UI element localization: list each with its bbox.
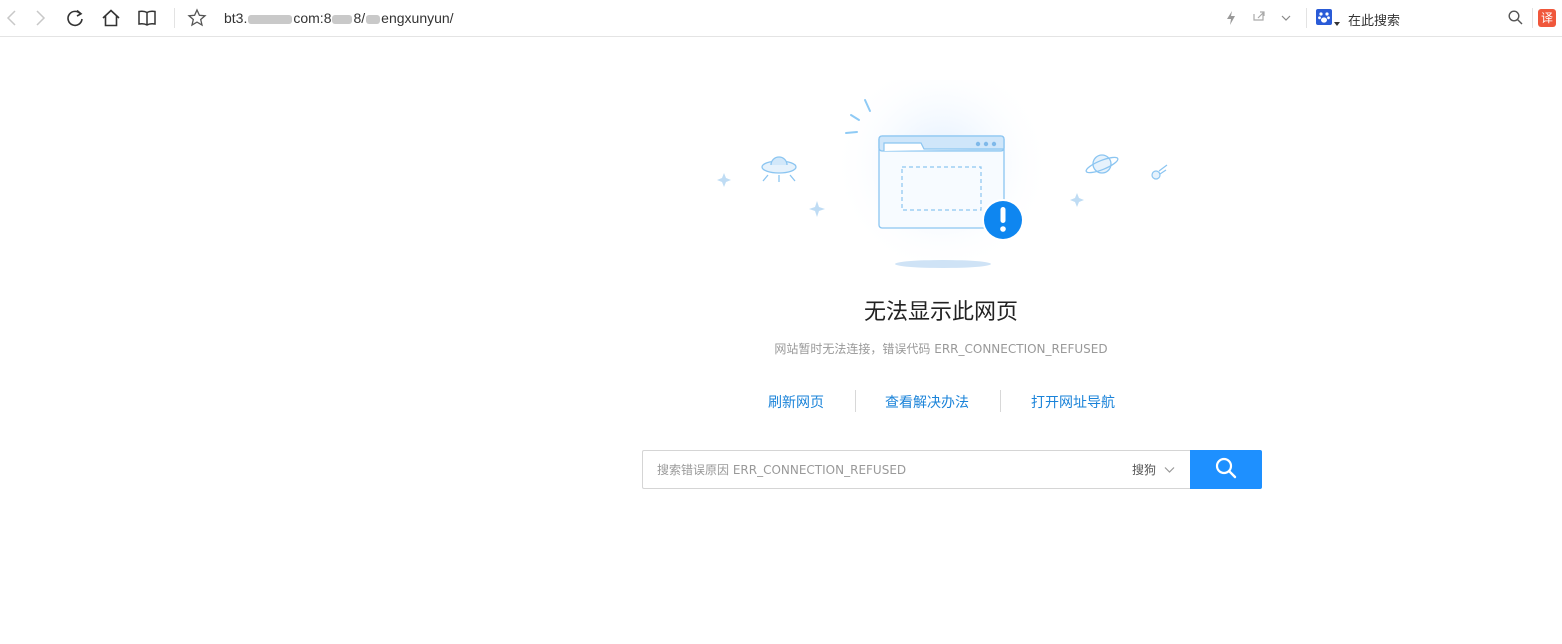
toolbar-divider bbox=[174, 8, 175, 28]
url-port-tail: 8/ bbox=[353, 10, 366, 26]
url-prefix: bt3. bbox=[224, 10, 248, 26]
search-icon bbox=[1215, 457, 1237, 483]
translate-button[interactable]: 译 bbox=[1538, 9, 1556, 27]
redacted-url-segment bbox=[248, 14, 293, 24]
redacted-url-segment bbox=[332, 14, 353, 24]
error-search-input[interactable] bbox=[642, 450, 1203, 489]
error-actions: 刷新网页 查看解决办法 打开网址导航 bbox=[641, 388, 1241, 414]
toolbar-divider bbox=[1532, 8, 1533, 28]
search-icon[interactable] bbox=[1508, 10, 1523, 29]
url-domain-tail: com:8 bbox=[293, 10, 332, 26]
error-illustration bbox=[700, 55, 1200, 280]
toolbar-divider bbox=[1306, 8, 1307, 28]
reader-mode-icon[interactable] bbox=[135, 6, 159, 30]
refresh-page-link[interactable]: 刷新网页 bbox=[768, 392, 824, 412]
view-solutions-link[interactable]: 查看解决办法 bbox=[885, 392, 969, 412]
back-icon[interactable] bbox=[0, 6, 24, 30]
action-divider bbox=[1000, 390, 1001, 412]
caret-down-icon[interactable] bbox=[1334, 12, 1340, 31]
chevron-down-icon[interactable] bbox=[1274, 6, 1298, 30]
error-search-bar: 搜狗 bbox=[642, 450, 1262, 489]
browser-toolbar: bt3. com:8 8/engxunyun/ 在此搜索 译 bbox=[0, 0, 1562, 37]
open-navigation-link[interactable]: 打开网址导航 bbox=[1031, 392, 1115, 412]
star-icon[interactable] bbox=[185, 6, 209, 30]
lightning-icon[interactable] bbox=[1219, 6, 1243, 30]
chevron-down-icon bbox=[1164, 463, 1175, 477]
address-bar[interactable]: bt3. com:8 8/engxunyun/ bbox=[224, 9, 924, 27]
refresh-icon[interactable] bbox=[63, 6, 87, 30]
error-title: 无法显示此网页 bbox=[863, 300, 1018, 325]
action-divider bbox=[855, 390, 856, 412]
redacted-url-segment bbox=[366, 14, 381, 24]
toolbar-search-placeholder: 在此搜索 bbox=[1348, 14, 1401, 29]
search-button[interactable] bbox=[1190, 450, 1262, 489]
error-subtitle: 网站暂时无法连接，错误代码 ERR_CONNECTION_REFUSED bbox=[774, 342, 1108, 356]
share-icon[interactable] bbox=[1247, 6, 1271, 30]
baidu-paw-icon[interactable] bbox=[1316, 9, 1332, 29]
home-icon[interactable] bbox=[99, 6, 123, 30]
search-engine-label: 搜狗 bbox=[1132, 463, 1157, 477]
forward-icon[interactable] bbox=[28, 6, 52, 30]
search-engine-select[interactable]: 搜狗 bbox=[1132, 461, 1175, 478]
toolbar-search[interactable]: 在此搜索 bbox=[1312, 6, 1530, 30]
url-path-tail: engxunyun/ bbox=[381, 10, 454, 26]
